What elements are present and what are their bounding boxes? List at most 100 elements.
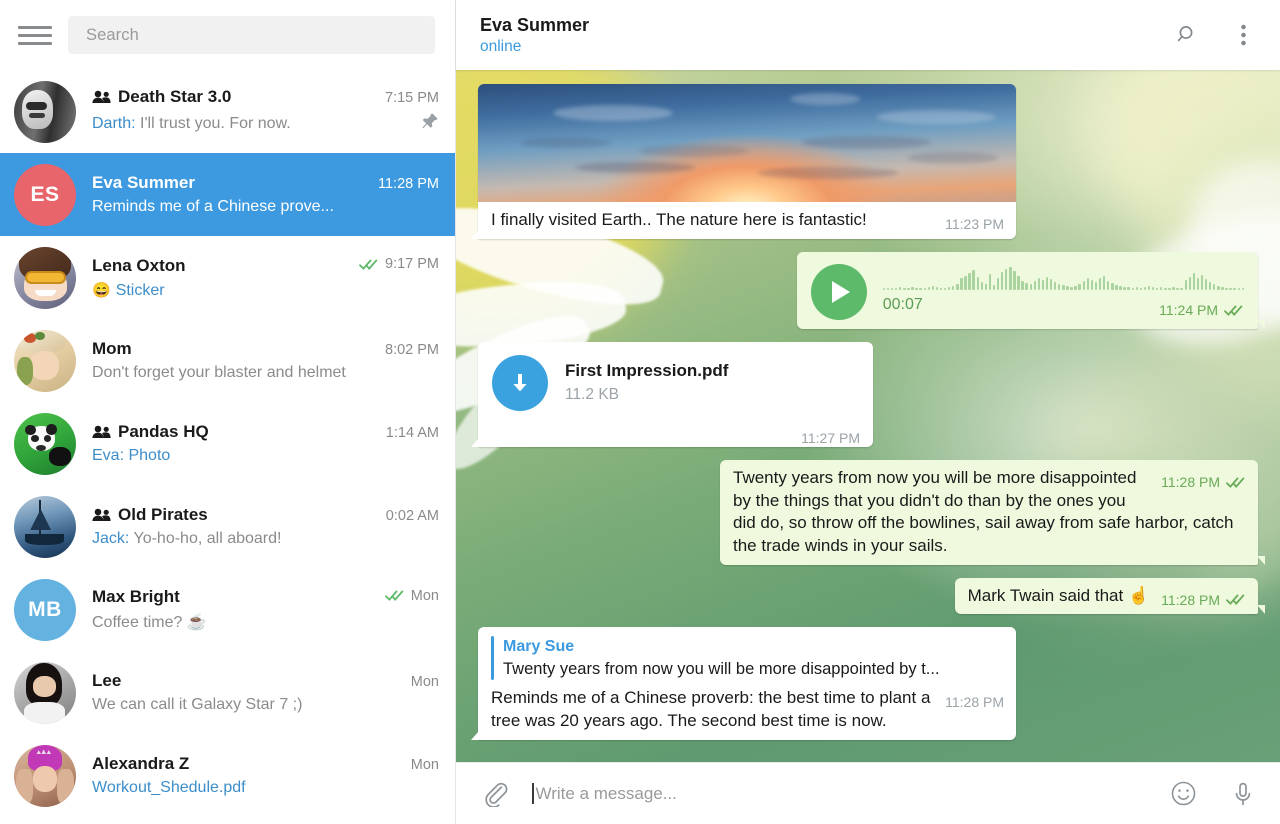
search-input[interactable]: Search xyxy=(68,16,435,54)
message-meta: 11:24 PM xyxy=(1159,301,1244,320)
chat-title: Eva Summer xyxy=(92,173,195,193)
chat-timestamp: 8:02 PM xyxy=(385,342,439,358)
message-row: First Impression.pdf11.2 KB 11:27 PM xyxy=(478,342,1258,448)
avatar[interactable]: MB xyxy=(14,579,76,641)
chat-list-item[interactable]: Lena Oxton9:17 PM😄Sticker xyxy=(0,236,455,319)
message-bubble-text[interactable]: 11:28 PMMark Twain said that ☝ xyxy=(955,578,1258,615)
message-bubble-reply[interactable]: Mary SueTwenty years from now you will b… xyxy=(478,627,1016,739)
chat-preview-text: Reminds me of a Chinese prove... xyxy=(92,198,334,215)
conversation-identity[interactable]: Eva Summer online xyxy=(480,15,589,56)
avatar-initials: ES xyxy=(30,183,59,207)
read-checks-icon xyxy=(359,258,379,271)
hamburger-icon[interactable] xyxy=(18,23,52,47)
chat-item-body: Lena Oxton9:17 PM😄Sticker xyxy=(92,256,439,300)
avatar[interactable] xyxy=(14,81,76,143)
reply-author: Mary Sue xyxy=(503,636,940,657)
chat-item-bottom-line: Coffee time? ☕ xyxy=(92,612,439,632)
message-bubble-photo[interactable]: 11:23 PMI finally visited Earth.. The na… xyxy=(478,84,1016,239)
chat-title: Mom xyxy=(92,339,132,359)
voice-message[interactable]: 00:0711:24 PM xyxy=(797,252,1258,329)
reply-quote[interactable]: Mary SueTwenty years from now you will b… xyxy=(478,627,1016,680)
paperclip-icon[interactable] xyxy=(480,779,510,809)
search-icon[interactable] xyxy=(1172,20,1202,50)
play-icon[interactable] xyxy=(811,264,867,320)
composer-actions xyxy=(1168,779,1258,809)
message-meta: 11:23 PM xyxy=(945,215,1004,234)
chat-list-item[interactable]: Pandas HQ1:14 AM Eva: Photo xyxy=(0,402,455,485)
chat-time: 8:02 PM xyxy=(375,342,439,358)
chat-item-body: Old Pirates0:02 AMJack: Yo-ho-ho, all ab… xyxy=(92,505,439,548)
chat-item-body: Max BrightMonCoffee time? ☕ xyxy=(92,587,439,632)
chat-item-body: Alexandra ZMonWorkout_Shedule.pdf xyxy=(92,754,439,797)
chat-item-bottom-line: We can call it Galaxy Star 7 ;) xyxy=(92,696,439,714)
status-badge: online xyxy=(480,38,589,56)
avatar[interactable] xyxy=(14,413,76,475)
chat-preview-text: Don't forget your blaster and helmet xyxy=(92,364,346,381)
chat-preview: Reminds me of a Chinese prove... xyxy=(92,198,334,216)
chat-list-item[interactable]: LeeMonWe can call it Galaxy Star 7 ;) xyxy=(0,651,455,734)
conversation-header: Eva Summer online xyxy=(456,0,1280,70)
message-input[interactable]: Write a message... xyxy=(532,783,1154,804)
chat-time: Mon xyxy=(401,674,439,690)
message-bubble-text[interactable]: 11:28 PMTwenty years from now you will b… xyxy=(720,460,1258,564)
message-meta: 11:27 PM xyxy=(801,429,860,448)
avatar[interactable] xyxy=(14,247,76,309)
avatar[interactable] xyxy=(14,496,76,558)
message-area: 11:23 PMI finally visited Earth.. The na… xyxy=(456,70,1280,762)
chat-list-item[interactable]: Death Star 3.0 7:15 PM Darth: I'll trust y… xyxy=(0,70,455,153)
chat-item-bottom-line: Darth: I'll trust you. For now. xyxy=(92,112,439,136)
chat-time: 1:14 AM xyxy=(376,425,439,441)
avatar[interactable] xyxy=(14,745,76,807)
chat-item-body: Pandas HQ1:14 AM Eva: Photo xyxy=(92,422,439,465)
message-row: 11:23 PMI finally visited Earth.. The na… xyxy=(478,84,1258,239)
chat-timestamp: Mon xyxy=(411,757,439,773)
chat-list-item[interactable]: Alexandra ZMonWorkout_Shedule.pdf xyxy=(0,734,455,817)
chat-preview-sender: Jack: xyxy=(92,530,129,547)
avatar[interactable] xyxy=(14,662,76,724)
message-photo[interactable] xyxy=(478,84,1016,202)
chat-timestamp: 9:17 PM xyxy=(385,256,439,272)
chat-preview-sender: Eva: xyxy=(92,447,124,464)
microphone-icon[interactable] xyxy=(1228,779,1258,809)
chat-item-bottom-line: Jack: Yo-ho-ho, all aboard! xyxy=(92,530,439,548)
chat-title: Old Pirates xyxy=(118,505,208,525)
message-list: 11:23 PMI finally visited Earth.. The na… xyxy=(478,84,1258,752)
chat-timestamp: 11:28 PM xyxy=(378,176,439,192)
chat-list-item[interactable]: MB Max BrightMonCoffee time? ☕ xyxy=(0,568,455,651)
document-message[interactable]: First Impression.pdf11.2 KB xyxy=(478,342,873,423)
composer-placeholder: Write a message... xyxy=(536,784,677,804)
message-timestamp: 11:28 PM xyxy=(1161,591,1220,610)
message-bubble-document[interactable]: First Impression.pdf11.2 KB 11:27 PM xyxy=(478,342,873,448)
chat-list[interactable]: Death Star 3.0 7:15 PM Darth: I'll trust y… xyxy=(0,70,455,824)
chat-preview-text: Photo xyxy=(128,447,170,464)
chat-time: 7:15 PM xyxy=(375,90,439,106)
chat-time: 9:17 PM xyxy=(349,256,439,272)
message-composer: Write a message... xyxy=(456,762,1280,824)
message-body: 11:28 PMReminds me of a Chinese proverb:… xyxy=(478,680,1016,739)
avatar[interactable] xyxy=(14,330,76,392)
message-timestamp: 11:23 PM xyxy=(945,215,1004,234)
message-bubble-voice[interactable]: 00:0711:24 PM xyxy=(797,252,1258,329)
chat-preview: Workout_Shedule.pdf xyxy=(92,779,246,797)
chat-timestamp: Mon xyxy=(411,674,439,690)
reply-accent-bar xyxy=(491,636,494,680)
download-icon[interactable] xyxy=(492,355,548,411)
chat-list-item[interactable]: ES Eva Summer 11:28 PM Reminds me of a Chin… xyxy=(0,153,455,236)
waveform[interactable] xyxy=(883,264,1244,290)
chat-title: Death Star 3.0 xyxy=(118,87,231,107)
chat-preview-text: We can call it Galaxy Star 7 ;) xyxy=(92,696,302,713)
chat-item-body: Eva Summer 11:28 PM Reminds me of a Chines… xyxy=(92,173,439,216)
smiley-icon[interactable] xyxy=(1168,779,1198,809)
chat-item-bottom-line: Workout_Shedule.pdf xyxy=(92,779,439,797)
chat-list-item[interactable]: Mom 8:02 PM Don't forget your blaster and … xyxy=(0,319,455,402)
chat-item-bottom-line: Eva: Photo xyxy=(92,447,439,465)
page-title: Eva Summer xyxy=(480,15,589,36)
chat-preview-text: Workout_Shedule.pdf xyxy=(92,779,246,796)
more-vertical-icon[interactable] xyxy=(1228,20,1258,50)
message-body: 11:28 PMTwenty years from now you will b… xyxy=(720,460,1258,564)
avatar[interactable]: ES xyxy=(14,164,76,226)
chat-timestamp: 1:14 AM xyxy=(386,425,439,441)
chat-item-top-line: Pandas HQ1:14 AM xyxy=(92,422,439,442)
chat-list-item[interactable]: Old Pirates0:02 AMJack: Yo-ho-ho, all ab… xyxy=(0,485,455,568)
chat-preview-text: Coffee time? ☕ xyxy=(92,614,207,631)
